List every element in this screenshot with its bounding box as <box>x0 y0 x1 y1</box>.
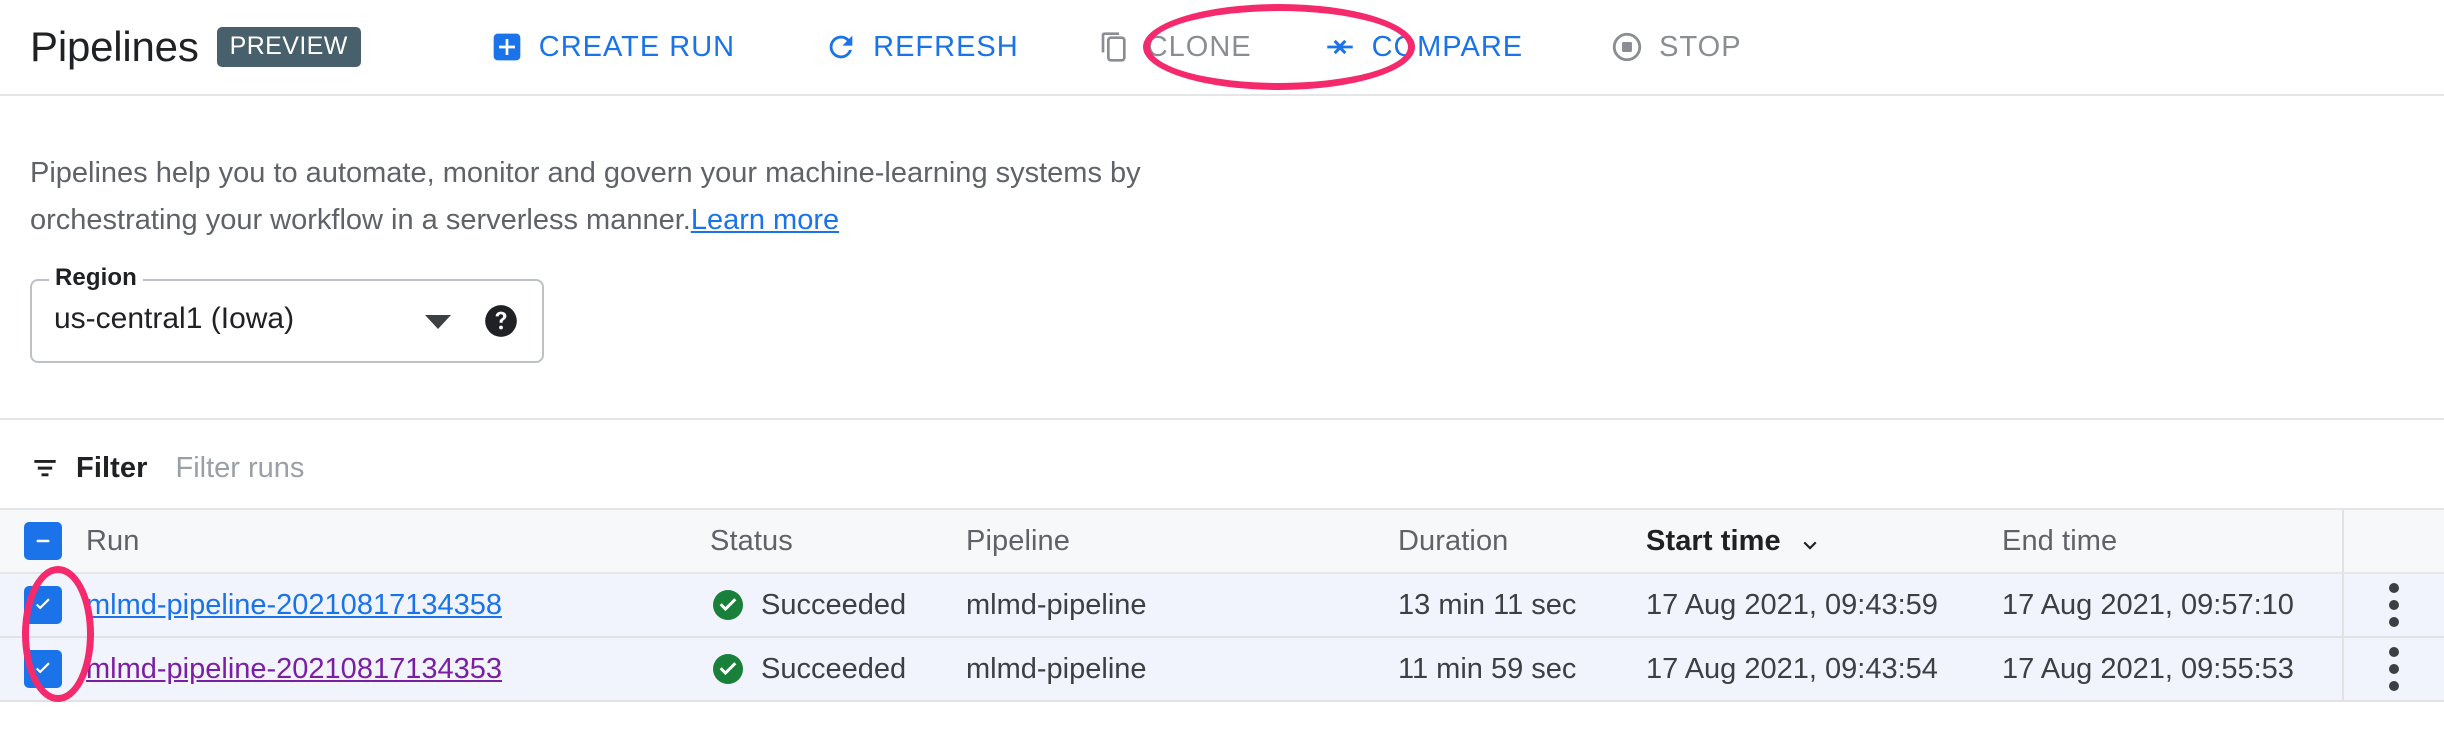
page-description: Pipelines help you to automate, monitor … <box>30 150 1150 244</box>
cell-status: Succeeded <box>710 651 966 687</box>
filter-runs-input[interactable] <box>176 452 976 485</box>
sort-descending-arrow-icon <box>1797 526 1823 556</box>
row-select-cell <box>0 586 86 624</box>
compare-button[interactable]: COMPARE <box>1308 17 1537 77</box>
cell-row-actions <box>2342 574 2444 636</box>
table-header-row: Run Status Pipeline Duration Start time … <box>0 508 2444 574</box>
cell-end-time: 17 Aug 2021, 09:55:53 <box>2002 653 2342 686</box>
clone-label: CLONE <box>1147 31 1252 64</box>
check-circle-icon <box>710 651 746 687</box>
create-run-button[interactable]: CREATE RUN <box>475 17 749 77</box>
table-row[interactable]: mlmd-pipeline-20210817134358 Succeeded m… <box>0 574 2444 638</box>
filter-divider <box>0 418 2444 420</box>
stop-label: STOP <box>1659 31 1741 64</box>
cell-duration: 13 min 11 sec <box>1398 589 1646 622</box>
more-vert-icon[interactable] <box>2389 583 2399 627</box>
select-all-checkbox[interactable] <box>24 522 62 560</box>
plus-box-icon <box>489 29 525 65</box>
cell-end-time: 17 Aug 2021, 09:57:10 <box>2002 589 2342 622</box>
clone-icon <box>1097 29 1133 65</box>
chevron-down-icon[interactable] <box>425 315 451 329</box>
select-all-cell <box>0 522 86 560</box>
compare-arrows-icon <box>1322 29 1358 65</box>
status-text: Succeeded <box>761 653 906 686</box>
clone-button[interactable]: CLONE <box>1083 17 1266 77</box>
start-time-label: Start time <box>1646 525 1781 558</box>
cell-run: mlmd-pipeline-20210817134353 <box>86 653 710 686</box>
column-header-run[interactable]: Run <box>86 525 710 558</box>
toolbar-actions: CREATE RUN REFRESH <box>475 17 1756 77</box>
cell-start-time: 17 Aug 2021, 09:43:54 <box>1646 653 2002 686</box>
column-header-status[interactable]: Status <box>710 525 966 558</box>
more-vert-icon[interactable] <box>2389 647 2399 691</box>
row-select-cell <box>0 650 86 688</box>
table-row[interactable]: mlmd-pipeline-20210817134353 Succeeded m… <box>0 638 2444 702</box>
status-text: Succeeded <box>761 589 906 622</box>
column-header-actions <box>2342 510 2444 572</box>
learn-more-link[interactable]: Learn more <box>691 204 839 236</box>
filter-list-icon[interactable] <box>28 451 62 485</box>
description-text: Pipelines help you to automate, monitor … <box>30 157 1141 236</box>
cell-row-actions <box>2342 638 2444 700</box>
cell-pipeline: mlmd-pipeline <box>966 653 1398 686</box>
cell-run: mlmd-pipeline-20210817134358 <box>86 589 710 622</box>
refresh-label: REFRESH <box>873 31 1019 64</box>
top-toolbar: Pipelines PREVIEW CREATE RUN <box>0 0 2444 96</box>
title-group: Pipelines PREVIEW <box>30 23 361 71</box>
cell-duration: 11 min 59 sec <box>1398 653 1646 686</box>
column-header-start-time[interactable]: Start time <box>1646 525 2002 558</box>
page-title: Pipelines <box>30 23 199 71</box>
column-header-duration[interactable]: Duration <box>1398 525 1646 558</box>
cell-start-time: 17 Aug 2021, 09:43:59 <box>1646 589 2002 622</box>
runs-table: Run Status Pipeline Duration Start time … <box>0 508 2444 702</box>
start-time-sorted: Start time <box>1646 525 2002 558</box>
run-link[interactable]: mlmd-pipeline-20210817134353 <box>86 653 502 685</box>
column-header-end-time[interactable]: End time <box>2002 525 2342 558</box>
filter-label: Filter <box>76 452 148 485</box>
refresh-icon <box>823 29 859 65</box>
compare-label: COMPARE <box>1372 31 1523 64</box>
run-link[interactable]: mlmd-pipeline-20210817134358 <box>86 589 502 621</box>
cell-pipeline: mlmd-pipeline <box>966 589 1398 622</box>
row-checkbox[interactable] <box>24 650 62 688</box>
column-header-pipeline[interactable]: Pipeline <box>966 525 1398 558</box>
refresh-button[interactable]: REFRESH <box>809 17 1033 77</box>
help-circle-icon[interactable] <box>482 302 520 340</box>
region-label: Region <box>49 265 143 291</box>
stop-button[interactable]: STOP <box>1595 17 1755 77</box>
row-checkbox[interactable] <box>24 586 62 624</box>
check-circle-icon <box>710 587 746 623</box>
preview-badge: PREVIEW <box>217 27 361 67</box>
cell-status: Succeeded <box>710 587 966 623</box>
filter-bar: Filter <box>28 440 976 496</box>
region-value: us-central1 (Iowa) <box>54 302 294 336</box>
pipelines-page: Pipelines PREVIEW CREATE RUN <box>0 0 2444 754</box>
stop-circle-icon <box>1609 29 1645 65</box>
create-run-label: CREATE RUN <box>539 31 735 64</box>
region-select[interactable]: Region us-central1 (Iowa) <box>30 279 544 363</box>
